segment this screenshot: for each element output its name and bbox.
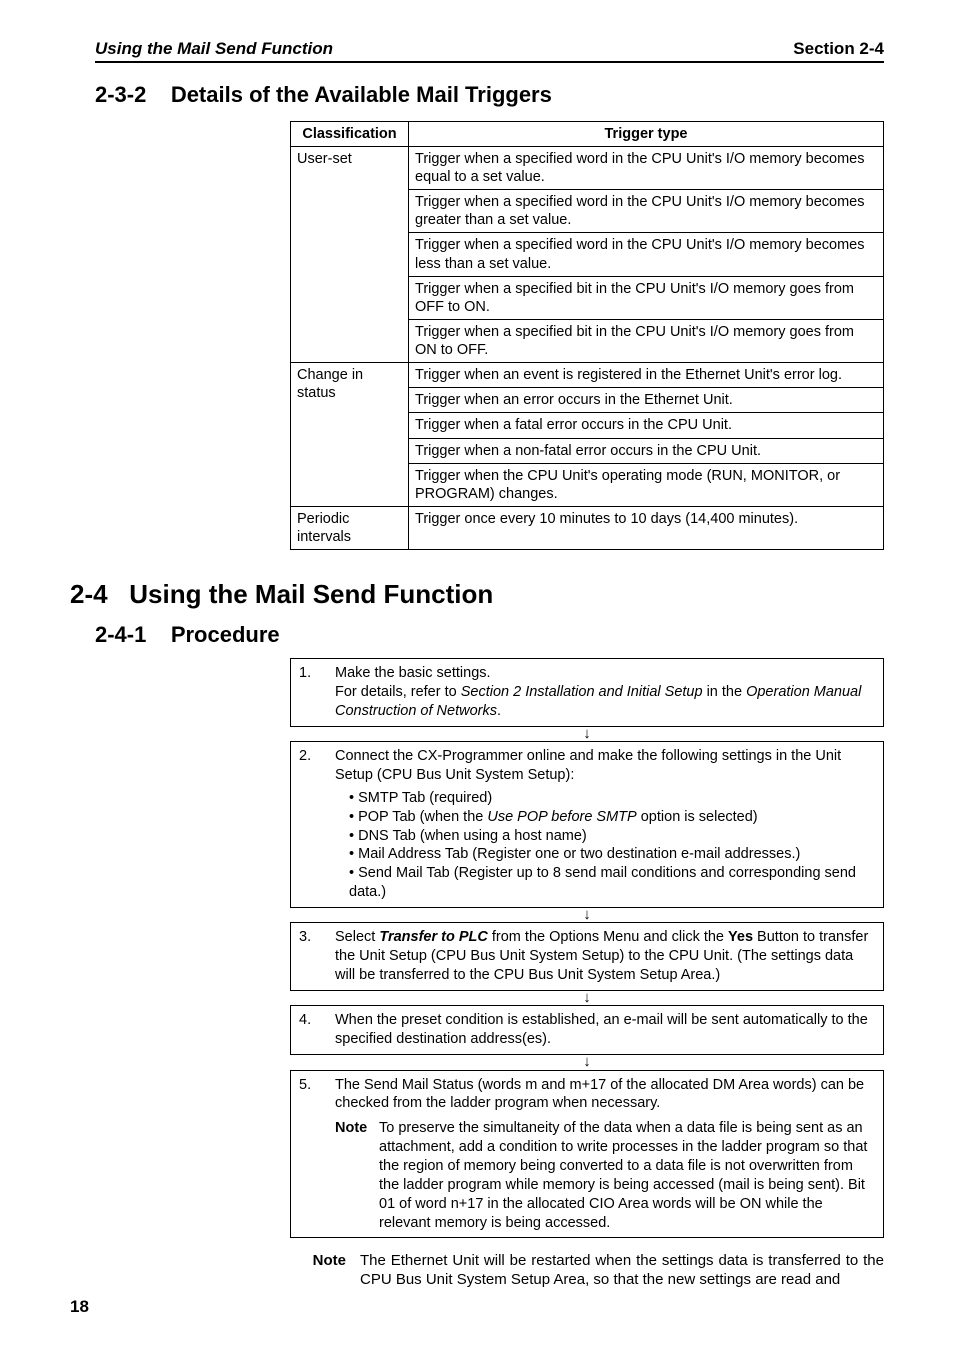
step-body: Make the basic settings. For details, re… [335, 664, 875, 721]
procedure-step-4: 4. When the preset condition is establis… [290, 1005, 884, 1055]
col-trigger-type: Trigger type [409, 121, 884, 146]
flow-arrow: ↓ [290, 1054, 884, 1071]
bullet-item: POP Tab (when the Use POP before SMTP op… [349, 808, 875, 827]
cell-trigger: Trigger when a specified word in the CPU… [409, 233, 884, 276]
cell-trigger: Trigger when an error occurs in the Ethe… [409, 388, 884, 413]
step-body: Connect the CX-Programmer online and mak… [335, 747, 875, 902]
step-body: The Send Mail Status (words m and m+17 o… [335, 1076, 875, 1233]
cell-trigger: Trigger when a fatal error occurs in the… [409, 413, 884, 438]
cell-trigger: Trigger when a non-fatal error occurs in… [409, 438, 884, 463]
running-header-right: Section 2-4 [793, 38, 884, 59]
heading-2-3-2: 2-3-2 Details of the Available Mail Trig… [95, 81, 884, 109]
step-number: 4. [299, 1011, 335, 1049]
procedure-step-3: 3. Select Transfer to PLC from the Optio… [290, 922, 884, 991]
cell-classification: Periodic intervals [291, 506, 409, 549]
cell-trigger: Trigger when a specified bit in the CPU … [409, 319, 884, 362]
step-body: When the preset condition is established… [335, 1011, 875, 1049]
note-text: To preserve the simultaneity of the data… [379, 1119, 875, 1232]
step-number: 3. [299, 928, 335, 985]
cell-trigger: Trigger when a specified bit in the CPU … [409, 276, 884, 319]
note-label: Note [335, 1119, 379, 1232]
cell-trigger: Trigger when a specified word in the CPU… [409, 146, 884, 189]
procedure-step-5: 5. The Send Mail Status (words m and m+1… [290, 1070, 884, 1239]
page-number: 18 [70, 1296, 89, 1317]
note-label: Note [290, 1252, 360, 1290]
step-number: 5. [299, 1076, 335, 1233]
cell-trigger: Trigger when an event is registered in t… [409, 363, 884, 388]
procedure-step-2: 2. Connect the CX-Programmer online and … [290, 741, 884, 908]
cell-trigger: Trigger when the CPU Unit's operating mo… [409, 463, 884, 506]
cell-classification: Change in status [291, 363, 409, 507]
triggers-table: Classification Trigger type User-set Tri… [290, 121, 884, 550]
flow-arrow: ↓ [290, 726, 884, 743]
heading-2-4-1: 2-4-1 Procedure [95, 621, 884, 649]
bullet-item: Mail Address Tab (Register one or two de… [349, 845, 875, 864]
bullet-item: Send Mail Tab (Register up to 8 send mai… [349, 864, 875, 902]
cell-trigger: Trigger when a specified word in the CPU… [409, 190, 884, 233]
running-header-left: Using the Mail Send Function [95, 38, 333, 59]
cell-classification: User-set [291, 146, 409, 362]
flow-arrow: ↓ [290, 907, 884, 924]
step-number: 2. [299, 747, 335, 902]
col-classification: Classification [291, 121, 409, 146]
heading-2-4: 2-4 Using the Mail Send Function [70, 578, 884, 611]
page-note: Note The Ethernet Unit will be restarted… [290, 1252, 884, 1290]
cell-trigger: Trigger once every 10 minutes to 10 days… [409, 506, 884, 549]
step-body: Select Transfer to PLC from the Options … [335, 928, 875, 985]
procedure-step-1: 1. Make the basic settings. For details,… [290, 658, 884, 727]
bullet-item: SMTP Tab (required) [349, 789, 875, 808]
step-number: 1. [299, 664, 335, 721]
flow-arrow: ↓ [290, 990, 884, 1007]
bullet-item: DNS Tab (when using a host name) [349, 827, 875, 846]
note-body: The Ethernet Unit will be restarted when… [360, 1252, 884, 1290]
